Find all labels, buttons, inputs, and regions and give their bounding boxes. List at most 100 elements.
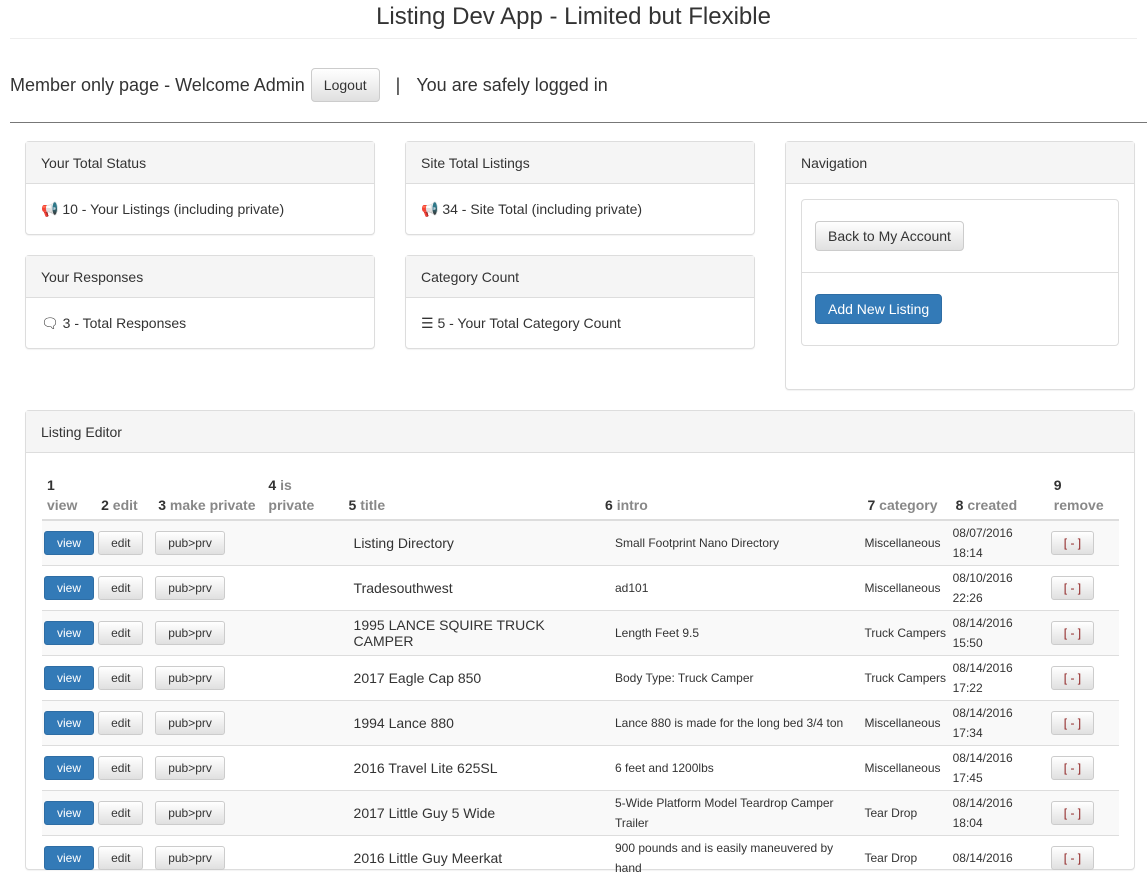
edit-button[interactable]: edit [98,801,143,825]
table-row: view edit pub>prv Tradesouthwest ad101 M… [42,565,1119,610]
created-time: 22:26 [953,591,983,605]
view-button[interactable]: view [44,531,94,555]
make-private-button[interactable]: pub>prv [155,801,225,825]
listing-category: Truck Campers [862,655,950,700]
created-time: 17:34 [953,726,983,740]
listing-category: Miscellaneous [862,745,950,790]
comments-icon: 🗨 [41,315,59,331]
list-icon: ☰ [421,315,434,331]
edit-button[interactable]: edit [98,846,143,870]
view-button[interactable]: view [44,756,94,780]
welcome-bar: Member only page - Welcome Admin Logout … [10,68,608,102]
table-row: view edit pub>prv Listing Directory Smal… [42,520,1119,565]
view-button[interactable]: view [44,621,94,645]
column-header: 6 intro [600,471,862,520]
edit-button[interactable]: edit [98,756,143,780]
column-number: 3 [158,497,166,513]
table-row: view edit pub>prv 2017 Eagle Cap 850 Bod… [42,655,1119,700]
panel-text: 3 - Total Responses [63,315,186,331]
panel-title: Category Count [406,256,754,298]
column-label: created [967,497,1017,513]
listing-category: Tear Drop [862,790,950,835]
created-date: 08/14/2016 [953,706,1013,720]
make-private-button[interactable]: pub>prv [155,531,225,555]
listing-editor-panel: Listing Editor 1view2 edit3 make private… [25,410,1135,870]
view-button[interactable]: view [44,666,94,690]
remove-button[interactable]: [ - ] [1051,666,1094,690]
column-number: 9 [1054,477,1062,493]
created-date: 08/07/2016 [953,526,1013,540]
is-private-cell [263,835,343,880]
remove-button[interactable]: [ - ] [1051,621,1094,645]
column-header: 3 make private [153,471,263,520]
remove-button[interactable]: [ - ] [1051,801,1094,825]
edit-button[interactable]: edit [98,621,143,645]
column-label: remove [1054,497,1104,513]
separator: | [396,75,401,96]
make-private-button[interactable]: pub>prv [155,666,225,690]
panel-title: Navigation [786,142,1134,184]
remove-button[interactable]: [ - ] [1051,576,1094,600]
view-button[interactable]: view [44,576,94,600]
make-private-button[interactable]: pub>prv [155,621,225,645]
listing-title: 2017 Eagle Cap 850 [344,655,600,700]
listing-title: Tradesouthwest [344,565,600,610]
listing-title: 2017 Little Guy 5 Wide [344,790,600,835]
panel-text: 10 - Your Listings (including private) [62,201,284,217]
listing-title: 1995 LANCE SQUIRE TRUCK CAMPER [344,610,600,655]
column-header: 9 remove [1049,471,1119,520]
column-label: view [47,497,77,513]
column-header: 5 title [344,471,600,520]
site-listings-panel: Site Total Listings 📢 34 - Site Total (i… [405,141,755,235]
column-header: 2 edit [96,471,153,520]
column-number: 2 [101,497,109,513]
edit-button[interactable]: edit [98,666,143,690]
listing-title: 2016 Travel Lite 625SL [344,745,600,790]
view-button[interactable]: view [44,801,94,825]
listing-intro: ad101 [600,565,862,610]
megaphone-icon: 📢 [41,201,58,217]
table-row: view edit pub>prv 2016 Travel Lite 625SL… [42,745,1119,790]
column-number: 1 [47,477,55,493]
remove-button[interactable]: [ - ] [1051,846,1094,870]
navigation-panel: Navigation Back to My Account Add New Li… [785,141,1135,390]
column-number: 6 [605,497,613,513]
created-time: 18:04 [953,816,983,830]
table-row: view edit pub>prv 1995 LANCE SQUIRE TRUC… [42,610,1119,655]
listing-category: Miscellaneous [862,520,950,565]
edit-button[interactable]: edit [98,576,143,600]
created-date: 08/14/2016 [953,661,1013,675]
column-number: 5 [349,497,357,513]
view-button[interactable]: view [44,846,94,870]
remove-button[interactable]: [ - ] [1051,756,1094,780]
divider [10,122,1147,123]
add-listing-button[interactable]: Add New Listing [815,294,942,324]
back-to-account-button[interactable]: Back to My Account [815,221,964,251]
remove-button[interactable]: [ - ] [1051,531,1094,555]
responses-panel: Your Responses 🗨 3 - Total Responses [25,255,375,349]
column-header: 4 is private [263,471,343,520]
table-row: view edit pub>prv 1994 Lance 880 Lance 8… [42,700,1119,745]
panel-title: Site Total Listings [406,142,754,184]
is-private-cell [263,790,343,835]
panel-title: Your Total Status [26,142,374,184]
edit-button[interactable]: edit [98,531,143,555]
make-private-button[interactable]: pub>prv [155,756,225,780]
listing-intro: Body Type: Truck Camper [600,655,862,700]
edit-button[interactable]: edit [98,711,143,735]
make-private-button[interactable]: pub>prv [155,576,225,600]
column-number: 8 [956,497,964,513]
listing-intro: Small Footprint Nano Directory [600,520,862,565]
listing-intro: Length Feet 9.5 [600,610,862,655]
view-button[interactable]: view [44,711,94,735]
panel-text: 34 - Site Total (including private) [442,201,642,217]
remove-button[interactable]: [ - ] [1051,711,1094,735]
make-private-button[interactable]: pub>prv [155,711,225,735]
logout-button[interactable]: Logout [311,68,380,102]
created-date: 08/14/2016 [953,796,1013,810]
listing-intro: 6 feet and 1200lbs [600,745,862,790]
column-label: title [360,497,385,513]
column-label: edit [113,497,138,513]
make-private-button[interactable]: pub>prv [155,846,225,870]
welcome-text: Member only page - Welcome Admin [10,75,305,96]
